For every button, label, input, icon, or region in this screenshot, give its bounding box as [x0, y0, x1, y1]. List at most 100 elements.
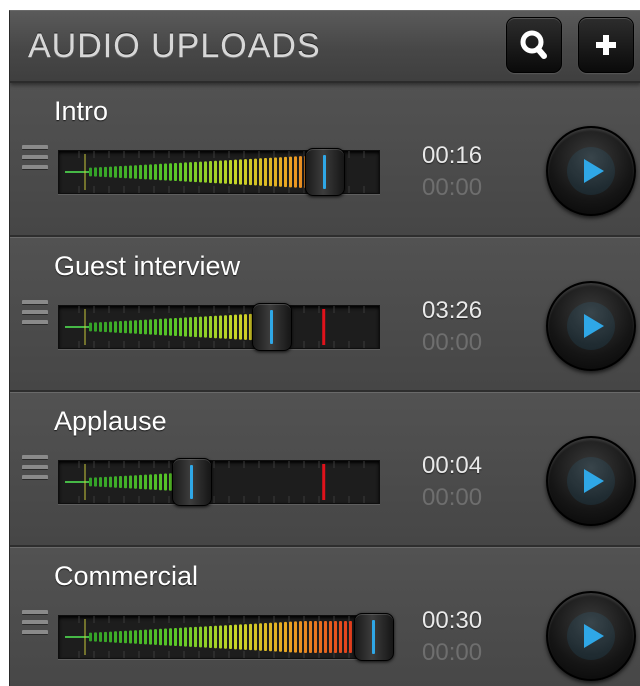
meter-bar: [134, 475, 137, 489]
drag-handle-icon[interactable]: [22, 300, 48, 330]
meter-bar: [154, 319, 157, 335]
meter-bar: [109, 631, 112, 643]
play-icon: [567, 457, 615, 505]
meter-bar: [154, 474, 157, 490]
drag-handle-icon[interactable]: [22, 610, 48, 640]
meter-bar: [124, 165, 127, 179]
search-icon: [520, 30, 547, 59]
play-icon: [567, 612, 615, 660]
meter-bar: [199, 316, 202, 338]
meter-bar: [244, 624, 247, 650]
meter-bar: [299, 156, 302, 188]
meter-bar: [299, 621, 302, 653]
meter-bar: [229, 314, 232, 340]
meter-bar: [134, 165, 137, 179]
track-duration: 00:30: [422, 607, 483, 634]
meter-bar: [219, 160, 222, 184]
play-button[interactable]: [546, 126, 636, 216]
meter-bar: [144, 164, 147, 180]
meter-bar: [174, 162, 177, 182]
meter-bar: [124, 475, 127, 489]
track-position: 00:00: [422, 174, 483, 201]
play-button[interactable]: [546, 436, 636, 526]
meter-bar: [214, 315, 217, 339]
playhead-thumb[interactable]: [304, 148, 345, 196]
meter-bar: [104, 476, 107, 488]
meter-bar: [114, 476, 117, 488]
meter-bar: [234, 624, 237, 650]
plus-icon: [596, 35, 616, 55]
level-meter[interactable]: [58, 613, 394, 661]
drag-handle-icon[interactable]: [22, 455, 48, 485]
meter-bar: [289, 156, 292, 188]
meter-bar: [259, 158, 262, 186]
meter-bar: [114, 321, 117, 333]
meter-bar: [124, 630, 127, 644]
playhead-line: [190, 465, 194, 499]
play-button[interactable]: [546, 281, 636, 371]
add-button[interactable]: [578, 17, 634, 73]
meter-bar: [89, 167, 92, 177]
level-meter[interactable]: [58, 148, 380, 196]
meter-bar: [149, 629, 152, 645]
meter-bar: [319, 621, 322, 653]
playhead-thumb[interactable]: [172, 458, 213, 506]
drag-handle-icon[interactable]: [22, 145, 48, 175]
track-row: Commercial 00:30 00:00: [10, 547, 640, 686]
meter-bar: [264, 158, 267, 186]
meter-bar: [294, 156, 297, 188]
play-icon: [567, 302, 615, 350]
meter-bar: [309, 621, 312, 653]
meter-bar: [129, 165, 132, 179]
meter-bar: [209, 626, 212, 648]
meter-bar: [149, 164, 152, 180]
meter-bar: [284, 156, 287, 188]
meter-bar: [154, 629, 157, 645]
meter-bar: [179, 162, 182, 182]
meter-bar: [99, 477, 102, 487]
audio-uploads-panel: AUDIO UPLOADS Intro 00:16 00:00 Guest in…: [9, 10, 640, 686]
meter-bar: [109, 321, 112, 333]
meter-bar: [259, 623, 262, 651]
meter-bar: [99, 167, 102, 177]
meter-bar: [294, 621, 297, 653]
track-name: Intro: [54, 96, 109, 126]
level-meter[interactable]: [58, 458, 380, 506]
meter-bar: [144, 319, 147, 335]
meter-bar: [94, 167, 97, 177]
meter-bar: [94, 632, 97, 642]
meter-bar: [209, 316, 212, 338]
level-meter[interactable]: [58, 303, 380, 351]
meter-bar: [269, 157, 272, 187]
meter-bar: [289, 621, 292, 653]
meter-bar: [274, 622, 277, 652]
track-duration: 00:04: [422, 452, 483, 479]
meter-bar: [214, 160, 217, 184]
playhead-thumb[interactable]: [354, 613, 394, 661]
track-row: Applause 00:04 00:00: [10, 392, 640, 547]
search-button[interactable]: [506, 17, 562, 73]
meter-bar: [104, 166, 107, 178]
meter-bar: [349, 621, 352, 653]
track-position: 00:00: [422, 639, 483, 666]
meter-bar: [229, 624, 232, 650]
track-position: 00:00: [422, 484, 483, 511]
playhead-thumb[interactable]: [252, 303, 293, 351]
meter-bar: [224, 315, 227, 339]
meter-bar: [114, 631, 117, 643]
meter-bar: [169, 163, 172, 181]
play-button[interactable]: [546, 591, 636, 681]
meter-bar: [94, 477, 97, 487]
meter-bar: [159, 318, 162, 336]
meter-bar: [209, 161, 212, 183]
meter-bar: [224, 625, 227, 649]
play-icon: [567, 147, 615, 195]
meter-bar: [129, 320, 132, 334]
playhead-line: [322, 155, 326, 189]
meter-bar: [149, 319, 152, 335]
meter-bar: [279, 157, 282, 187]
meter-bar: [344, 621, 347, 653]
meter-bar: [234, 159, 237, 185]
meter-bar: [134, 630, 137, 644]
meter-bar: [164, 628, 167, 646]
